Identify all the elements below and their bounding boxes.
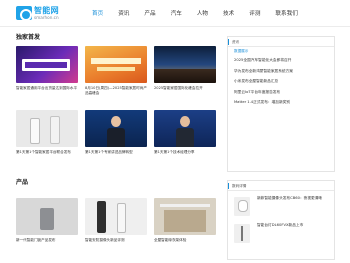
- headline-caption[interactable]: 第1天第1个技术经理分享: [154, 150, 216, 160]
- sidebar-news-item[interactable]: 小米发布全屋智能新品汇总: [228, 79, 334, 85]
- nav-item-auto[interactable]: 汽车: [171, 9, 182, 19]
- headline-card[interactable]: 第1天第1个技术经理分享: [154, 110, 216, 160]
- logo-icon: [16, 6, 32, 21]
- product-thumbnail[interactable]: [154, 198, 216, 235]
- product-thumbnail[interactable]: [85, 198, 147, 235]
- headline-card[interactable]: 2025智能家居国际化峰会拉开: [154, 46, 216, 96]
- sidebar-news: 资讯 数据展示 2025全国汽车智能化大会即将召开 华为发布全新鸿蒙智能家居系统…: [227, 36, 335, 172]
- camera-product-image[interactable]: [234, 197, 250, 216]
- headline-card[interactable]: 智能家居通用平台出货量达到国际水平: [16, 46, 78, 96]
- logo-domain: smarhon.cn: [34, 15, 59, 20]
- nav-item-reviews[interactable]: 评测: [249, 9, 260, 19]
- sidebar-product-item[interactable]: 新款智能摄像头发布CB60：夜视更清晰: [232, 196, 330, 218]
- product-caption[interactable]: 全屋智能晾衣架体验: [154, 238, 216, 248]
- sidebar-product-title[interactable]: 智能台灯DL60FVX新品上市: [257, 223, 335, 228]
- section-title-headlines: 独家首发: [16, 34, 41, 41]
- headline-caption[interactable]: 第1天第1个智能家居平台联合发布: [16, 150, 78, 160]
- nav-item-contact[interactable]: 联系我们: [275, 9, 297, 19]
- headline-card[interactable]: 第1天第1个专家讲述品牌转型: [85, 110, 147, 160]
- main-nav: 首页 资讯 产品 汽车 人物 技术 评测 联系我们: [92, 9, 313, 19]
- section-title-products: 产品: [16, 179, 29, 186]
- sidebar-products: 数码详情 新款智能摄像头发布CB60：夜视更清晰 智能台灯DL60FVX新品上市: [227, 180, 335, 260]
- sidebar-product-title[interactable]: 新款智能摄像头发布CB60：夜视更清晰: [257, 196, 335, 201]
- sidebar-news-item[interactable]: 2025全国汽车智能化大会即将召开: [228, 58, 334, 64]
- headline-thumbnail[interactable]: [154, 110, 216, 147]
- sidebar-products-header: 数码详情: [228, 181, 334, 191]
- product-card[interactable]: 全屋智能晾衣架体验: [154, 198, 216, 248]
- product-caption[interactable]: 智能安防摄像头新品评测: [85, 238, 147, 248]
- headline-thumbnail[interactable]: [85, 46, 147, 83]
- sidebar-news-title[interactable]: 数据展示: [228, 47, 334, 53]
- headline-thumbnail[interactable]: [16, 46, 78, 83]
- product-caption[interactable]: 新一代智能门锁产品发布: [16, 238, 78, 248]
- headline-caption[interactable]: 2025智能家居国际化峰会拉开: [154, 86, 216, 96]
- headline-card[interactable]: 8月10日(周四)—2025智能家居时尚产品高峰会: [85, 46, 147, 96]
- site-logo[interactable]: 智能网 smarhon.cn: [16, 5, 76, 22]
- sidebar-news-header: 资讯: [228, 37, 334, 47]
- sidebar-news-item[interactable]: 阿里云IoT平台年度报告发布: [228, 90, 334, 96]
- headline-thumbnail[interactable]: [154, 46, 216, 83]
- site-header: 智能网 smarhon.cn 首页 资讯 产品 汽车 人物 技术 评测 联系我们: [0, 0, 350, 27]
- nav-item-people[interactable]: 人物: [197, 9, 208, 19]
- sidebar-news-item[interactable]: 华为发布全新鸿蒙智能家居系统方案: [228, 69, 334, 75]
- product-card[interactable]: 新一代智能门锁产品发布: [16, 198, 78, 248]
- headline-caption[interactable]: 第1天第1个专家讲述品牌转型: [85, 150, 147, 160]
- nav-item-home[interactable]: 首页: [92, 9, 103, 19]
- nav-item-products[interactable]: 产品: [144, 9, 155, 19]
- product-card[interactable]: 智能安防摄像头新品评测: [85, 198, 147, 248]
- nav-item-news[interactable]: 资讯: [118, 9, 129, 19]
- headline-thumbnail[interactable]: [85, 110, 147, 147]
- headline-thumbnail[interactable]: [16, 110, 78, 147]
- sidebar-product-item[interactable]: 智能台灯DL60FVX新品上市: [232, 223, 330, 245]
- lamp-product-image[interactable]: [234, 224, 250, 243]
- headline-caption[interactable]: 8月10日(周四)—2025智能家居时尚产品高峰会: [85, 86, 147, 96]
- headline-card[interactable]: 第1天第1个智能家居平台联合发布: [16, 110, 78, 160]
- sidebar-news-item[interactable]: Matter 1.4正式发布：增加新类别: [228, 100, 334, 106]
- nav-item-tech[interactable]: 技术: [223, 9, 234, 19]
- product-thumbnail[interactable]: [16, 198, 78, 235]
- headline-caption[interactable]: 智能家居通用平台出货量达到国际水平: [16, 86, 78, 96]
